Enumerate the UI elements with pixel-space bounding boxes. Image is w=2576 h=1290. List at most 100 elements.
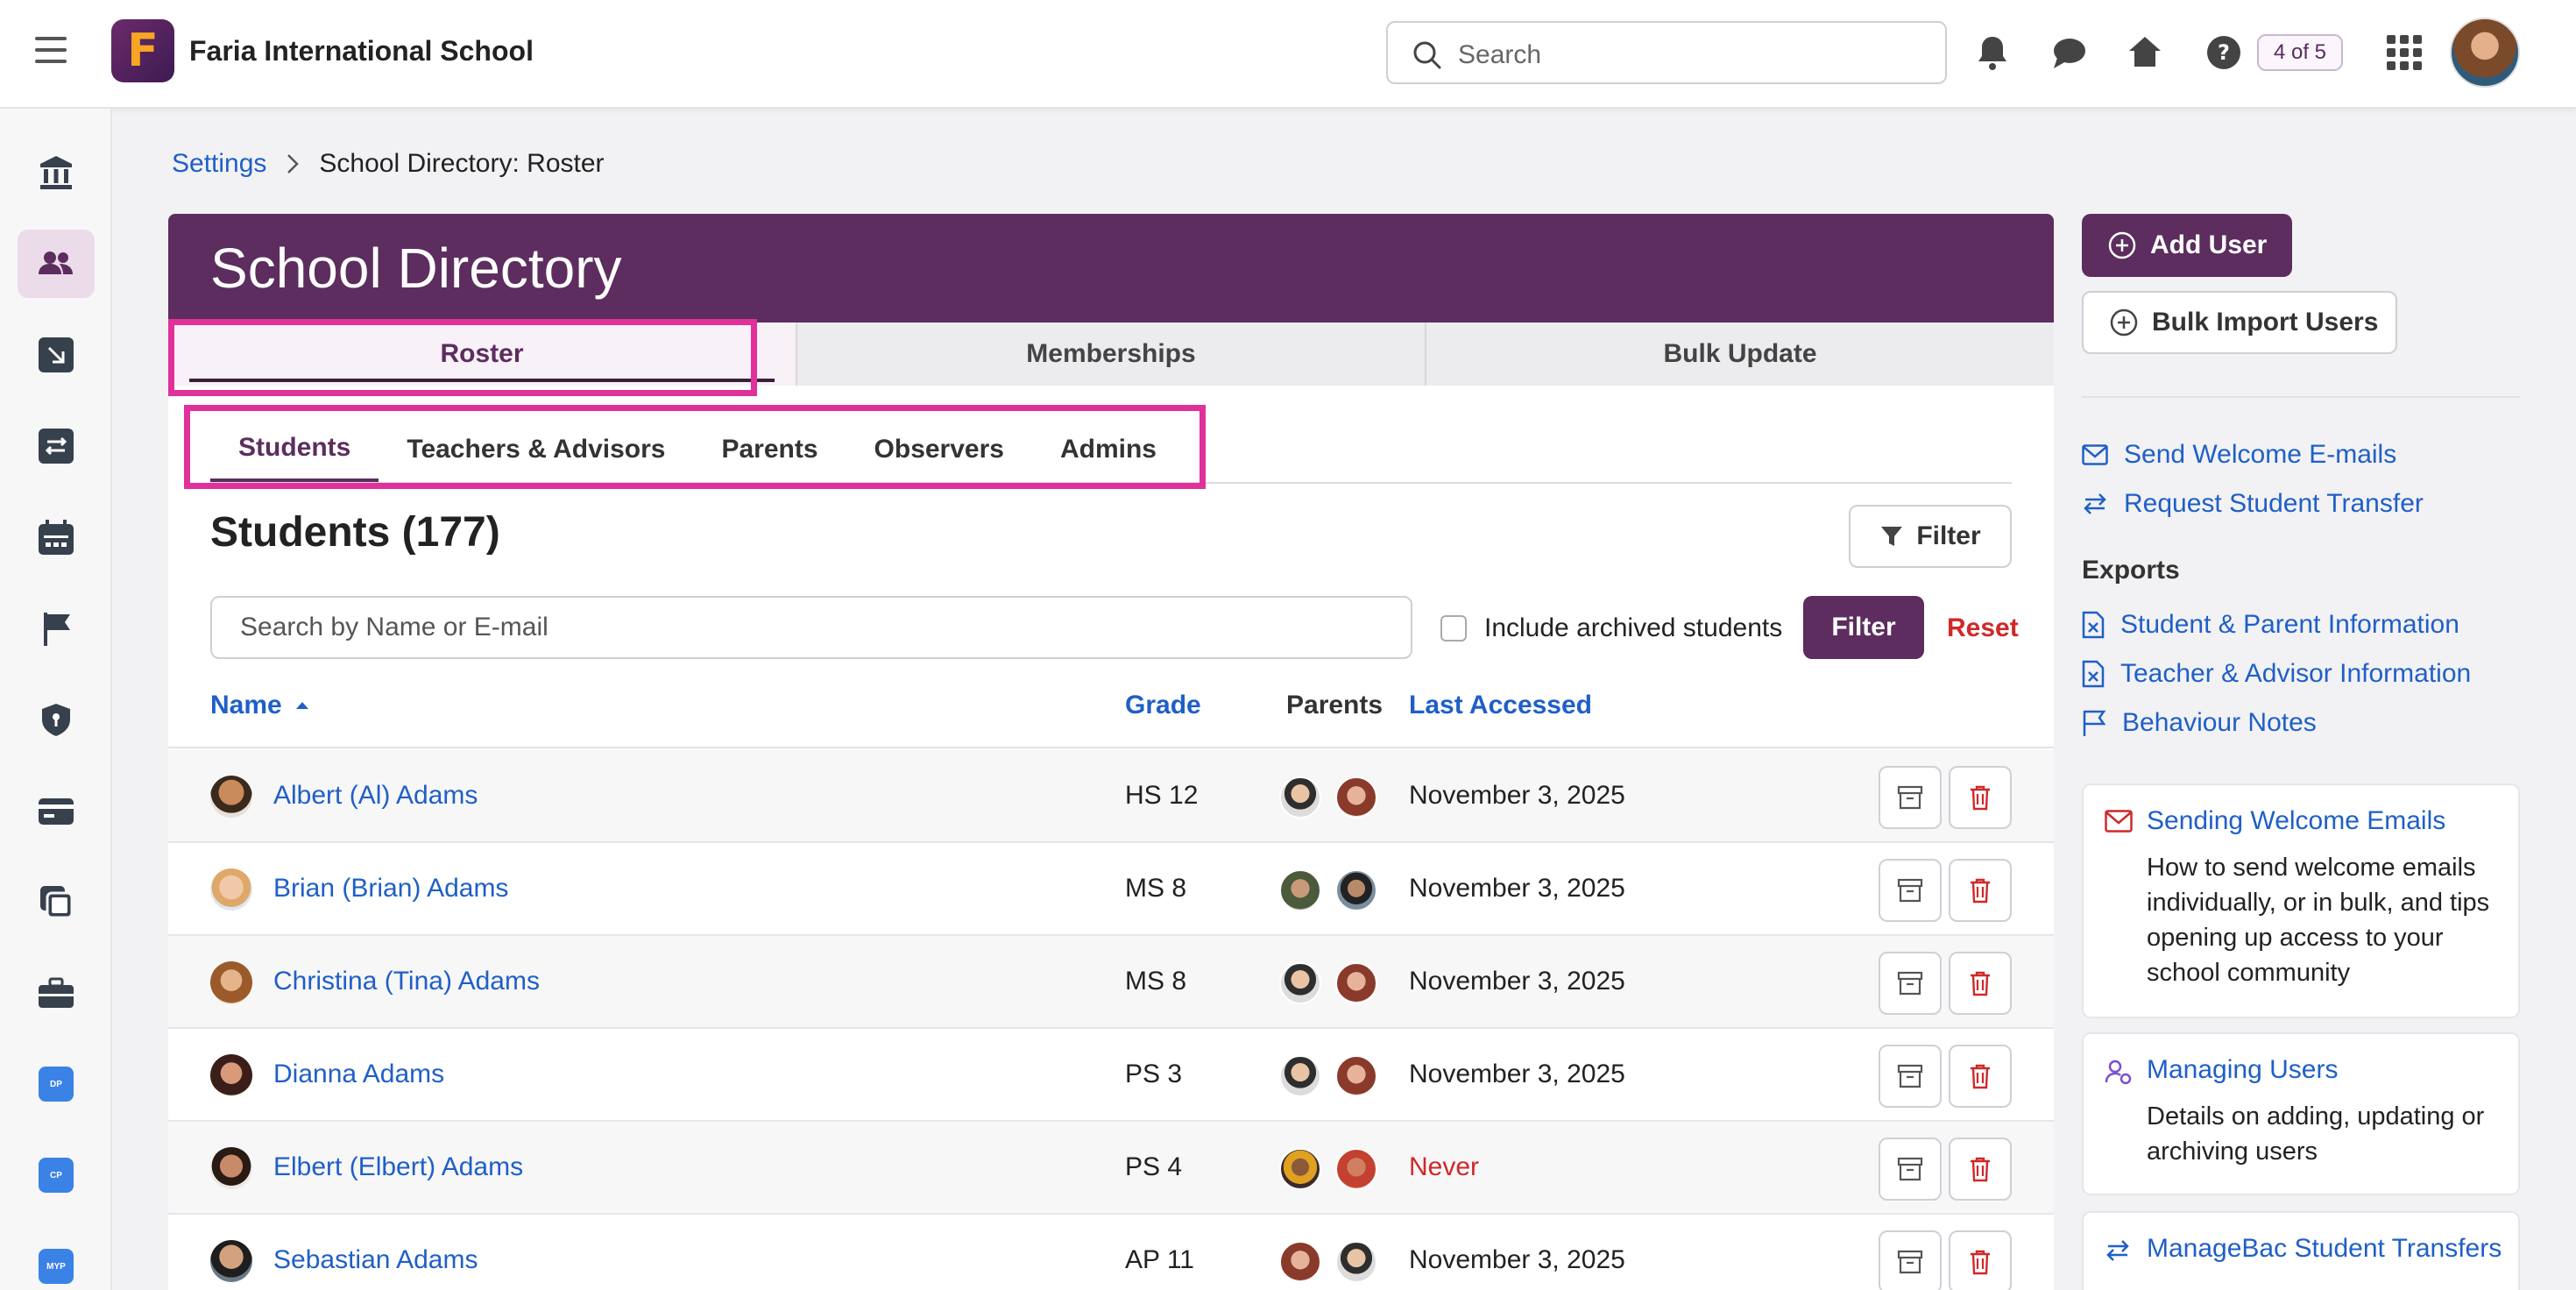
parent-avatar[interactable]	[1279, 776, 1321, 819]
filter-toggle-button[interactable]: Filter	[1849, 505, 2012, 568]
archive-button[interactable]	[1879, 1045, 1942, 1108]
users-gear-icon	[2105, 1060, 2132, 1085]
bulk-import-users-button[interactable]: Bulk Import Users	[2082, 291, 2397, 354]
parent-avatar[interactable]	[1335, 1148, 1377, 1190]
student-grade: PS 3	[1125, 1060, 1183, 1088]
tab-roster[interactable]: Roster	[168, 322, 797, 386]
parent-avatar[interactable]	[1279, 869, 1321, 911]
subtab-parents[interactable]: Parents	[693, 417, 846, 482]
card-header: School Directory	[168, 214, 2054, 322]
archive-button[interactable]	[1879, 1138, 1942, 1201]
subtab-students[interactable]: Students	[210, 417, 379, 482]
student-avatar[interactable]	[210, 868, 252, 911]
student-name-link[interactable]: Sebastian Adams	[273, 1245, 478, 1275]
nav-dp-app-icon[interactable]: DP	[18, 1050, 95, 1118]
student-avatar[interactable]	[210, 776, 252, 818]
apps-grid-icon[interactable]	[2387, 35, 2422, 70]
school-directory-card: School Directory Roster Memberships Bulk…	[168, 214, 2054, 1290]
student-grade: MS 8	[1125, 874, 1187, 903]
nav-cp-app-icon[interactable]: CP	[18, 1141, 95, 1209]
table-row: Sebastian Adams AP 11 November 3, 2025	[168, 1215, 2054, 1290]
request-student-transfer-link[interactable]: Request Student Transfer	[2082, 489, 2424, 519]
nav-directory-icon[interactable]	[18, 230, 95, 298]
help-card-welcome-emails: Sending Welcome Emails How to send welco…	[2082, 783, 2520, 1018]
nav-shield-icon[interactable]	[18, 685, 95, 754]
parent-avatar[interactable]	[1279, 1241, 1321, 1283]
export-student-parent-link[interactable]: Student & Parent Information	[2082, 610, 2459, 640]
chat-icon[interactable]	[2050, 33, 2089, 72]
delete-button[interactable]	[1949, 952, 2012, 1015]
student-name-link[interactable]: Dianna Adams	[273, 1060, 444, 1089]
nav-briefcase-icon[interactable]	[18, 959, 95, 1027]
delete-button[interactable]	[1949, 766, 2012, 829]
include-archived-checkbox[interactable]	[1440, 615, 1467, 641]
home-icon[interactable]	[2126, 33, 2164, 72]
parent-avatar[interactable]	[1279, 1148, 1321, 1190]
student-avatar[interactable]	[210, 1054, 252, 1096]
school-name[interactable]: Faria International School	[189, 35, 534, 67]
student-avatar[interactable]	[210, 1147, 252, 1189]
column-last-accessed-sort[interactable]: Last Accessed	[1409, 691, 1592, 720]
subtab-observers[interactable]: Observers	[846, 417, 1032, 482]
delete-button[interactable]	[1949, 1138, 2012, 1201]
nav-card-icon[interactable]	[18, 776, 95, 845]
archive-button[interactable]	[1879, 1230, 1942, 1290]
parent-avatar[interactable]	[1335, 869, 1377, 911]
help-icon[interactable]: ?	[2204, 33, 2243, 72]
archive-icon	[1897, 1157, 1923, 1181]
student-name-link[interactable]: Brian (Brian) Adams	[273, 874, 508, 904]
nav-transfer-icon[interactable]	[18, 412, 95, 480]
archive-button[interactable]	[1879, 766, 1942, 829]
student-name-link[interactable]: Elbert (Elbert) Adams	[273, 1152, 523, 1182]
tour-step-badge[interactable]: 4 of 5	[2257, 34, 2343, 71]
subtab-admins[interactable]: Admins	[1032, 417, 1185, 482]
trash-icon	[1971, 1064, 1990, 1089]
student-name-link[interactable]: Christina (Tina) Adams	[273, 967, 540, 996]
help-managing-users-link[interactable]: Managing Users	[2147, 1055, 2338, 1085]
nav-calendar-icon[interactable]	[18, 503, 95, 571]
subtab-teachers-advisors[interactable]: Teachers & Advisors	[379, 417, 693, 482]
parent-avatar[interactable]	[1335, 776, 1377, 819]
export-behaviour-notes-label: Behaviour Notes	[2122, 708, 2317, 737]
menu-icon[interactable]	[35, 37, 67, 68]
parent-avatar[interactable]	[1335, 1055, 1377, 1097]
reset-button[interactable]: Reset	[1947, 613, 2019, 643]
column-grade-sort[interactable]: Grade	[1125, 691, 1201, 720]
nav-copy-icon[interactable]	[18, 868, 95, 936]
nav-school-icon[interactable]	[18, 138, 95, 207]
student-name-link[interactable]: Albert (Al) Adams	[273, 781, 478, 811]
send-welcome-emails-link[interactable]: Send Welcome E-mails	[2082, 440, 2396, 470]
parent-avatar[interactable]	[1335, 1241, 1377, 1283]
help-managing-users-desc: Details on adding, updating or archiving…	[2147, 1102, 2485, 1166]
nav-arrow-icon[interactable]	[18, 321, 95, 389]
export-teacher-advisor-link[interactable]: Teacher & Advisor Information	[2082, 659, 2471, 689]
delete-button[interactable]	[1949, 1230, 2012, 1290]
plus-circle-icon	[2110, 308, 2138, 337]
name-email-search-input[interactable]: Search by Name or E-mail	[210, 596, 1412, 659]
add-user-button[interactable]: Add User	[2082, 214, 2292, 277]
apply-filter-button[interactable]: Filter	[1803, 596, 1924, 659]
user-avatar[interactable]	[2450, 18, 2520, 88]
parent-avatar[interactable]	[1279, 1055, 1321, 1097]
breadcrumb-settings-link[interactable]: Settings	[172, 149, 266, 179]
archive-button[interactable]	[1879, 952, 1942, 1015]
parent-avatar[interactable]	[1335, 962, 1377, 1004]
column-name-sort[interactable]: Name	[210, 691, 310, 720]
school-logo[interactable]: F	[111, 19, 174, 82]
bell-icon[interactable]	[1973, 33, 2012, 72]
student-avatar[interactable]	[210, 961, 252, 1003]
delete-button[interactable]	[1949, 859, 2012, 922]
export-behaviour-notes-link[interactable]: Behaviour Notes	[2082, 708, 2317, 738]
help-managebac-transfers-link[interactable]: ManageBac Student Transfers	[2147, 1234, 2502, 1264]
archive-button[interactable]	[1879, 859, 1942, 922]
nav-myp-app-icon[interactable]: MYP	[18, 1232, 95, 1290]
nav-flag-icon[interactable]	[18, 594, 95, 663]
tab-memberships[interactable]: Memberships	[797, 322, 1426, 386]
global-search-input[interactable]: Search	[1386, 21, 1947, 84]
student-avatar[interactable]	[210, 1240, 252, 1282]
tab-bulk-update[interactable]: Bulk Update	[1426, 322, 2054, 386]
parent-avatar[interactable]	[1279, 962, 1321, 1004]
delete-button[interactable]	[1949, 1045, 2012, 1108]
last-accessed: November 3, 2025	[1409, 1245, 1625, 1274]
help-welcome-emails-link[interactable]: Sending Welcome Emails	[2147, 806, 2445, 836]
